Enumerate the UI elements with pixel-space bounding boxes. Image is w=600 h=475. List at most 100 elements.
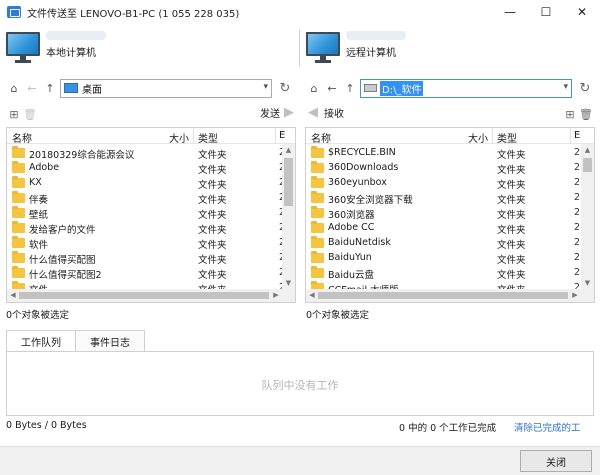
close-window-button[interactable]: ✕: [564, 0, 600, 24]
list-item[interactable]: Baidu云盘 文件夹 2: [306, 266, 581, 281]
list-item[interactable]: 20180329综合能源会议文件夹2: [7, 146, 285, 161]
scroll-left-icon: ◀: [309, 291, 315, 299]
column-name[interactable]: 名称: [311, 130, 331, 145]
vertical-scrollbar[interactable]: ▲ ▼: [282, 144, 295, 289]
receive-button[interactable]: ◀ 接收: [308, 105, 344, 120]
file-name: 什么值得买配图: [29, 255, 96, 266]
local-path-box[interactable]: 桌面 ▾: [60, 78, 272, 98]
file-name: 什么值得买配图2: [29, 270, 102, 281]
up-icon[interactable]: ↑: [42, 80, 58, 96]
list-item[interactable]: 360安全浏览器下载 文件夹 2: [306, 191, 581, 206]
blurred-computer-name: [346, 31, 406, 40]
folder-icon: [311, 251, 324, 263]
home-icon[interactable]: ⌂: [6, 80, 22, 96]
folder-icon: [311, 266, 324, 278]
local-rows: 20180329综合能源会议文件夹2Adobe文件夹2KX文件夹2伴奏文件夹2壁…: [7, 146, 285, 296]
local-action-bar: ⊞ 🗑 发送 ▶: [6, 104, 296, 124]
list-item[interactable]: Adobe CC 文件夹 2: [306, 221, 581, 236]
folder-icon: [12, 221, 25, 233]
scroll-right-icon: ▶: [572, 291, 578, 299]
clear-completed-link[interactable]: 清除已完成的工: [514, 420, 581, 434]
file-type: 文件夹: [497, 210, 526, 221]
file-type: 文件夹: [497, 270, 526, 281]
maximize-button[interactable]: ☐: [528, 0, 564, 24]
column-size[interactable]: 大小: [468, 130, 488, 145]
list-item[interactable]: Adobe文件夹2: [7, 161, 285, 176]
file-date: 2: [574, 237, 581, 248]
new-folder-icon[interactable]: ⊞: [6, 106, 22, 122]
list-item[interactable]: 伴奏文件夹2: [7, 191, 285, 206]
new-folder-icon[interactable]: ⊞: [562, 106, 578, 122]
file-date: 2: [574, 162, 581, 173]
queue-empty-text: 队列中没有工作: [261, 379, 339, 392]
column-name[interactable]: 名称: [12, 130, 32, 145]
column-date[interactable]: E: [279, 130, 285, 141]
file-name: 软件: [29, 240, 49, 251]
scroll-up-icon: ▲: [584, 146, 591, 154]
column-date[interactable]: E: [574, 130, 580, 141]
list-item[interactable]: 软件文件夹2: [7, 236, 285, 251]
folder-icon: [311, 236, 324, 248]
tab-event-log[interactable]: 事件日志: [75, 330, 145, 352]
horizontal-scrollbar[interactable]: ◀ ▶: [306, 289, 581, 302]
up-icon[interactable]: ↑: [342, 80, 358, 96]
scroll-thumb: [583, 158, 592, 172]
list-item[interactable]: 什么值得买配图2文件夹2: [7, 266, 285, 281]
file-date: 2: [574, 267, 581, 278]
file-name: 360eyunbox: [328, 177, 387, 188]
back-icon[interactable]: ←: [24, 80, 40, 96]
vertical-scrollbar[interactable]: ▲ ▼: [581, 144, 594, 289]
list-item[interactable]: 360Downloads 文件夹 2: [306, 161, 581, 176]
list-item[interactable]: KX文件夹2: [7, 176, 285, 191]
folder-icon: [12, 146, 25, 158]
file-type: 文件夹: [497, 150, 526, 161]
folder-icon: [12, 266, 25, 278]
remote-action-bar: ◀ 接收 ⊞ 🗑: [306, 104, 596, 124]
file-type: 文件夹: [497, 240, 526, 251]
minimize-button[interactable]: —: [492, 0, 528, 24]
chevron-down-icon[interactable]: ▾: [563, 82, 568, 92]
list-item[interactable]: 360浏览器 文件夹 2: [306, 206, 581, 221]
remote-path-box[interactable]: D:\_软件 ▾: [360, 78, 572, 98]
chevron-down-icon[interactable]: ▾: [263, 82, 268, 92]
file-name: BaiduNetdisk: [328, 237, 391, 248]
remote-computer-label: 远程计算机: [346, 48, 396, 59]
refresh-icon[interactable]: ↻: [576, 79, 594, 97]
column-type[interactable]: 类型: [497, 130, 517, 145]
remote-computer-header: 远程计算机: [306, 28, 596, 68]
back-icon[interactable]: ←: [324, 80, 340, 96]
scroll-thumb: [19, 292, 269, 299]
delete-icon[interactable]: 🗑: [22, 106, 38, 122]
tab-work-queue[interactable]: 工作队列: [6, 330, 76, 352]
column-size[interactable]: 大小: [169, 130, 189, 145]
teamviewer-icon: [7, 6, 21, 18]
column-header: 名称 大小 类型 E: [306, 128, 594, 145]
local-file-list[interactable]: 名称 大小 类型 E 20180329综合能源会议文件夹2Adobe文件夹2KX…: [6, 127, 296, 303]
send-button[interactable]: 发送 ▶: [260, 105, 294, 120]
blurred-computer-name: [46, 31, 106, 40]
list-item[interactable]: 360eyunbox 文件夹 2: [306, 176, 581, 191]
list-item[interactable]: 壁纸文件夹2: [7, 206, 285, 221]
file-name: KX: [29, 177, 42, 188]
local-computer-header: 本地计算机: [6, 28, 296, 68]
list-item[interactable]: 发给客户的文件文件夹2: [7, 221, 285, 236]
refresh-icon[interactable]: ↻: [276, 79, 294, 97]
list-item[interactable]: 什么值得买配图文件夹2: [7, 251, 285, 266]
delete-icon[interactable]: 🗑: [578, 106, 594, 122]
folder-icon: [12, 161, 25, 173]
home-icon[interactable]: ⌂: [306, 80, 322, 96]
scroll-thumb: [284, 158, 293, 206]
folder-icon: [311, 146, 324, 158]
folder-icon: [12, 206, 25, 218]
close-button[interactable]: 关闭: [520, 450, 592, 472]
file-type: 文件夹: [198, 255, 227, 266]
computer-icon: [306, 32, 340, 64]
file-date: 2: [574, 222, 581, 233]
horizontal-scrollbar[interactable]: ◀ ▶: [7, 289, 282, 302]
list-item[interactable]: $RECYCLE.BIN 文件夹 2: [306, 146, 581, 161]
remote-file-list[interactable]: 名称 大小 类型 E $RECYCLE.BIN 文件夹 2 360Downloads 文…: [305, 127, 595, 303]
list-item[interactable]: BaiduNetdisk 文件夹 2: [306, 236, 581, 251]
column-type[interactable]: 类型: [198, 130, 218, 145]
list-item[interactable]: BaiduYun 文件夹 2: [306, 251, 581, 266]
header-divider: [299, 30, 300, 66]
